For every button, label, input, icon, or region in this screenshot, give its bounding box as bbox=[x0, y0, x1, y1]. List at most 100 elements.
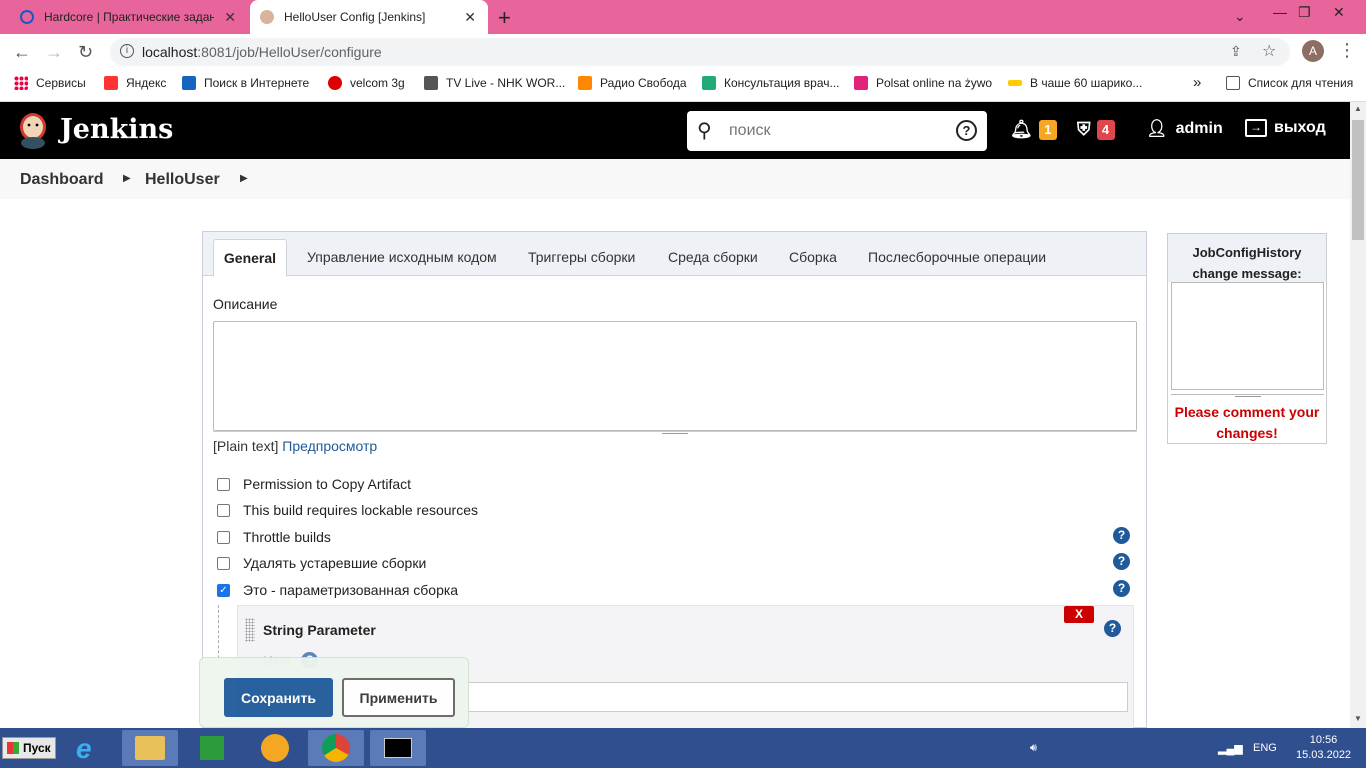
option-lockable-resources[interactable]: This build requires lockable resources bbox=[217, 502, 478, 518]
bookmark-polsat[interactable]: Polsat online na żywo bbox=[854, 76, 992, 90]
window-close-icon[interactable]: ✕ bbox=[1333, 4, 1345, 21]
name-field[interactable] bbox=[468, 682, 1128, 712]
search-input[interactable] bbox=[729, 119, 939, 143]
volume-icon[interactable]: 🔊︎ bbox=[1030, 742, 1037, 755]
store-taskbar-icon[interactable] bbox=[184, 730, 240, 766]
back-arrow-icon[interactable]: ← bbox=[13, 42, 31, 63]
cmd-taskbar-icon[interactable] bbox=[370, 730, 426, 766]
checkbox[interactable] bbox=[217, 477, 230, 491]
url-host: localhost bbox=[142, 44, 198, 60]
radio-icon bbox=[578, 76, 592, 90]
help-icon[interactable]: ? bbox=[1113, 553, 1130, 570]
tor-taskbar-icon[interactable] bbox=[246, 730, 302, 766]
chrome-taskbar-icon[interactable] bbox=[308, 730, 364, 766]
bookmark-velcom[interactable]: velcom 3g bbox=[328, 76, 405, 90]
tab-general[interactable]: General bbox=[213, 239, 287, 277]
resize-handle[interactable] bbox=[213, 431, 1137, 436]
browser-menu-icon[interactable]: ⋮ bbox=[1338, 40, 1356, 61]
resize-handle[interactable] bbox=[1171, 394, 1324, 398]
close-icon[interactable]: ✕ bbox=[464, 9, 476, 26]
site-info-icon[interactable]: i bbox=[120, 44, 134, 58]
bookmark-doctor[interactable]: Консультация врач... bbox=[702, 76, 840, 90]
delete-parameter-button[interactable]: X bbox=[1064, 606, 1094, 623]
scroll-up-icon[interactable]: ▲ bbox=[1354, 104, 1362, 113]
help-circle-icon[interactable]: ? bbox=[956, 120, 977, 141]
option-throttle-builds[interactable]: Throttle builds bbox=[217, 529, 331, 545]
bookmarks-more-button[interactable]: » bbox=[1193, 74, 1201, 91]
url-text[interactable]: localhost:8081/job/HelloUser/configure bbox=[142, 44, 382, 60]
tab-scm[interactable]: Управление исходным кодом bbox=[307, 249, 497, 265]
help-icon[interactable]: ? bbox=[1113, 580, 1130, 597]
omnibox[interactable]: i localhost:8081/job/HelloUser/configure… bbox=[110, 38, 1290, 66]
browser-tab-title: Hardcore | Практические задани bbox=[44, 10, 214, 24]
save-button[interactable]: Сохранить bbox=[224, 678, 333, 717]
bookmark-radio-svoboda[interactable]: Радио Свобода bbox=[578, 76, 687, 90]
bookmark-internet-search[interactable]: Поиск в Интернете bbox=[182, 76, 309, 90]
apply-button[interactable]: Применить bbox=[342, 678, 455, 717]
page-scrollbar[interactable]: ▲ ▼ bbox=[1350, 102, 1366, 728]
checkbox-checked[interactable]: ✓ bbox=[217, 583, 230, 597]
bookmark-services[interactable]: Сервисы bbox=[14, 76, 86, 90]
url-path: :8081/job/HelloUser/configure bbox=[197, 44, 382, 60]
browser-tab-hellouser-config[interactable]: HelloUser Config [Jenkins] ✕ bbox=[250, 0, 488, 34]
bookmark-nhk[interactable]: TV Live - NHK WOR... bbox=[424, 76, 565, 90]
network-icon[interactable]: ▂▄▆ bbox=[1218, 742, 1243, 755]
help-icon[interactable]: ? bbox=[1104, 620, 1121, 637]
help-icon[interactable]: ? bbox=[1113, 527, 1130, 544]
explorer-taskbar-icon[interactable] bbox=[122, 730, 178, 766]
comment-warning: Please comment your changes! bbox=[1174, 404, 1320, 441]
language-indicator[interactable]: ENG bbox=[1253, 742, 1277, 754]
checkbox[interactable] bbox=[217, 556, 230, 570]
reload-icon[interactable]: ↻ bbox=[78, 42, 93, 63]
jenkins-logo-icon[interactable] bbox=[18, 111, 48, 149]
user-button[interactable]: 👤︎ admin bbox=[1146, 119, 1223, 139]
notifications-button[interactable]: 🔔︎ 1 bbox=[1010, 119, 1057, 140]
polsat-icon bbox=[854, 76, 868, 90]
tab-search-icon[interactable]: ⌄ bbox=[1234, 8, 1246, 25]
jenkins-brand[interactable]: Jenkins bbox=[60, 114, 173, 145]
profile-avatar[interactable]: A bbox=[1302, 40, 1324, 62]
chevron-right-icon[interactable]: ▶ bbox=[123, 173, 131, 184]
scrollbar-thumb[interactable] bbox=[1352, 120, 1364, 240]
save-bar: Сохранить Применить bbox=[199, 657, 469, 728]
forward-arrow-icon[interactable]: → bbox=[45, 42, 63, 63]
checkbox[interactable] bbox=[217, 503, 230, 517]
security-button[interactable]: ⛨ 4 bbox=[1077, 119, 1115, 140]
clock[interactable]: 10:56 15.03.2022 bbox=[1296, 733, 1351, 763]
new-tab-button[interactable]: + bbox=[498, 5, 511, 31]
share-icon[interactable]: ⇪ bbox=[1230, 43, 1242, 60]
breadcrumb-dashboard[interactable]: Dashboard bbox=[20, 171, 104, 189]
browser-tab-title: HelloUser Config [Jenkins] bbox=[284, 10, 426, 24]
checkbox[interactable] bbox=[217, 530, 230, 544]
option-parameterized-build[interactable]: ✓ Это - параметризованная сборка bbox=[217, 582, 458, 598]
preview-link[interactable]: Предпросмотр bbox=[282, 438, 377, 454]
browser-tab-hardcore[interactable]: Hardcore | Практические задани ✕ bbox=[8, 0, 248, 34]
close-icon[interactable]: ✕ bbox=[224, 9, 236, 26]
yandex-icon bbox=[104, 76, 118, 90]
tab-build[interactable]: Сборка bbox=[789, 249, 837, 265]
breadcrumb-hellouser[interactable]: HelloUser bbox=[145, 171, 220, 189]
logout-button[interactable]: → выход bbox=[1245, 119, 1326, 137]
start-button[interactable]: Пуск bbox=[2, 737, 56, 759]
ie-taskbar-icon[interactable]: e bbox=[62, 730, 118, 766]
bell-icon: 🔔︎ bbox=[1010, 119, 1033, 139]
change-message-textarea[interactable] bbox=[1171, 282, 1324, 390]
scroll-down-icon[interactable]: ▼ bbox=[1354, 714, 1362, 723]
reading-list[interactable]: Список для чтения bbox=[1226, 76, 1353, 90]
maximize-icon[interactable]: ❐ bbox=[1298, 4, 1311, 21]
reading-list-icon bbox=[1226, 76, 1240, 90]
jenkins-header: Jenkins ⚲ ? 🔔︎ 1 ⛨ 4 👤︎ admin → выход bbox=[0, 102, 1350, 159]
option-copy-artifact[interactable]: Permission to Copy Artifact bbox=[217, 476, 411, 492]
description-textarea[interactable] bbox=[213, 321, 1137, 431]
tab-build-triggers[interactable]: Триггеры сборки bbox=[528, 249, 635, 265]
tab-build-environment[interactable]: Среда сборки bbox=[668, 249, 758, 265]
bookmark-yandex[interactable]: Яндекс bbox=[104, 76, 166, 90]
chevron-right-icon[interactable]: ▶ bbox=[240, 173, 248, 184]
bookmark-60-balls[interactable]: В чаше 60 шарико... bbox=[1008, 76, 1142, 90]
minimize-icon[interactable]: — bbox=[1273, 4, 1287, 20]
tab-post-build[interactable]: Послесборочные операции bbox=[868, 249, 1046, 265]
drag-handle-icon[interactable] bbox=[245, 618, 255, 642]
option-discard-old-builds[interactable]: Удалять устаревшие сборки bbox=[217, 555, 426, 571]
logout-label: выход bbox=[1274, 119, 1326, 136]
bookmark-star-icon[interactable]: ☆ bbox=[1262, 41, 1276, 61]
